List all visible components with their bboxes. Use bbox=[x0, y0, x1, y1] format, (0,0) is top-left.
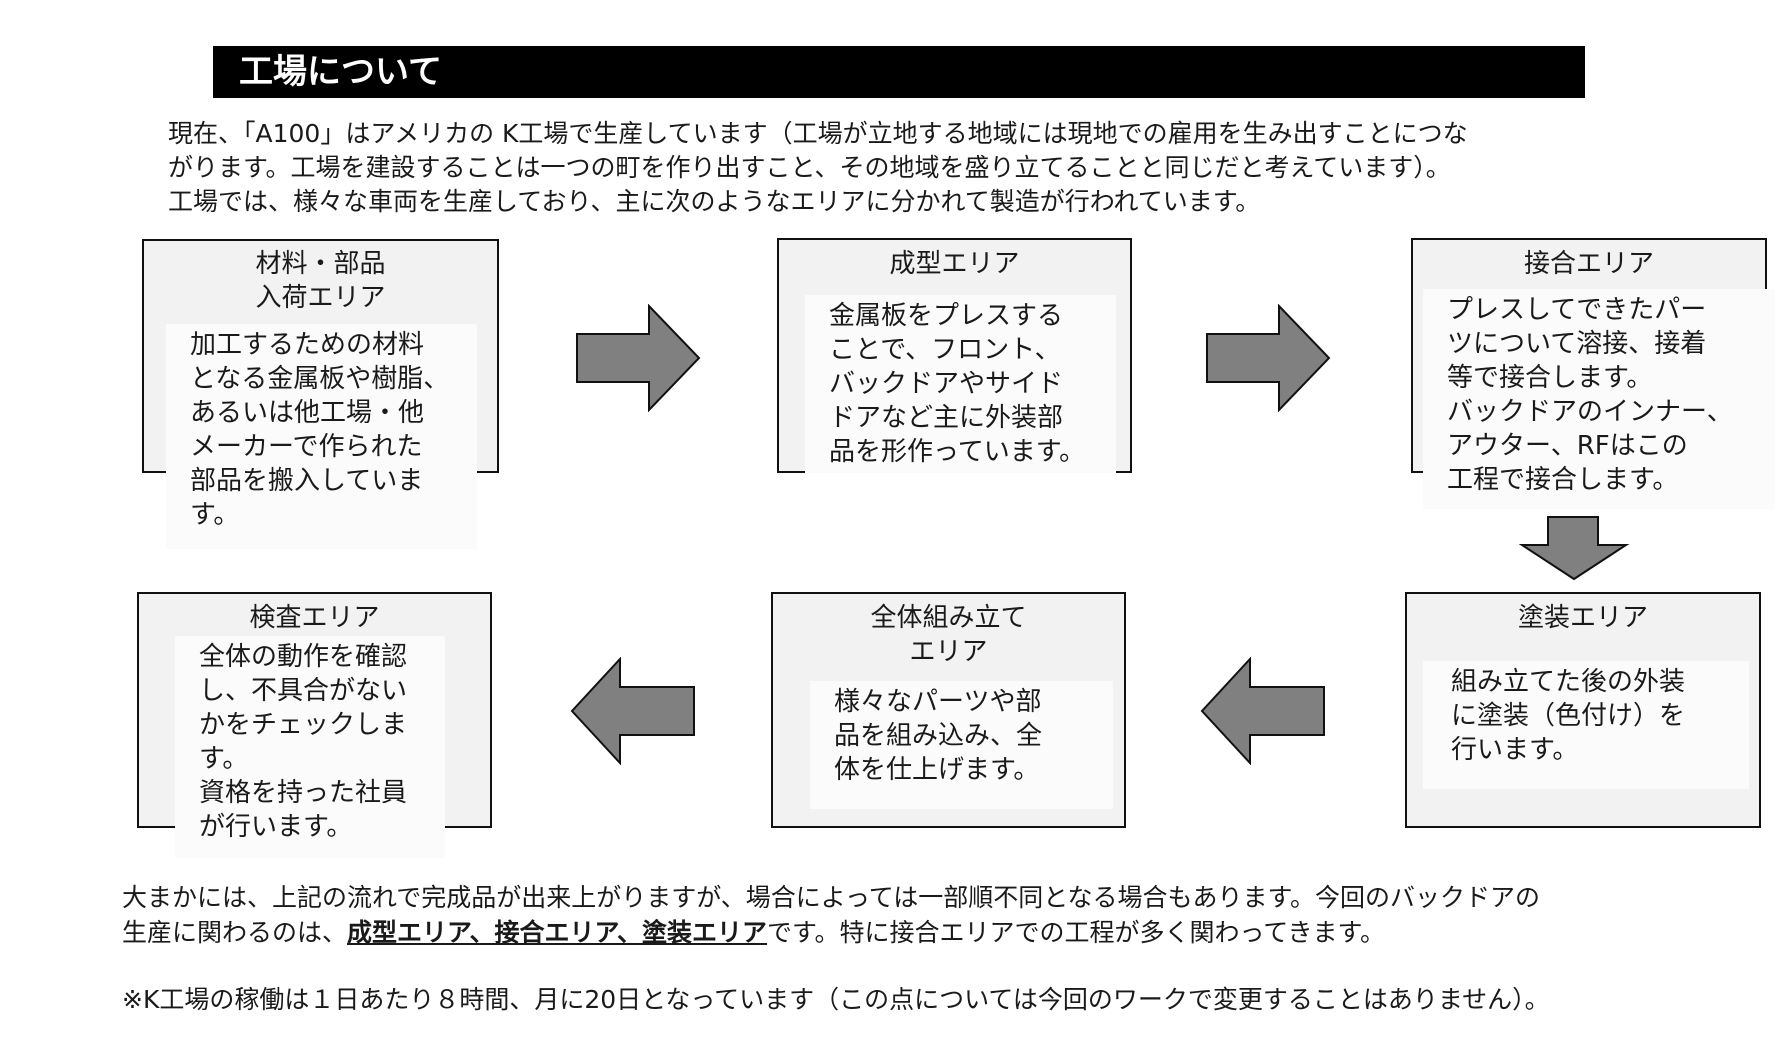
intro-paragraph: 現在、「A100」はアメリカの K工場で生産しています（工場が立地する地域には現… bbox=[168, 117, 1698, 219]
area-box-assembly: 全体組み立て エリア 様々なパーツや部 品を組み込み、全 体を仕上げます。 bbox=[771, 592, 1126, 828]
arrow-down-icon bbox=[1518, 516, 1630, 581]
section-title-banner: 工場について bbox=[213, 46, 1585, 98]
summary-paragraph: 大まかには、上記の流れで完成品が出来上がりますが、場合によっては一部順不同となる… bbox=[122, 880, 1772, 950]
section-title: 工場について bbox=[239, 52, 442, 92]
area-title: 塗装エリア bbox=[1517, 603, 1648, 633]
intro-line: 現在、「A100」はアメリカの K工場で生産しています（工場が立地する地域には現… bbox=[168, 119, 1468, 148]
area-title: 材料・部品 入荷エリア bbox=[255, 249, 386, 313]
summary-text: 生産に関わるのは、 bbox=[122, 918, 348, 947]
area-box-forming: 成型エリア 金属板をプレスする ことで、フロント、 バックドアやサイド ドアなど… bbox=[777, 238, 1132, 473]
summary-text: です。特に接合エリアでの工程が多く関わってきます。 bbox=[767, 918, 1386, 947]
area-box-materials: 材料・部品 入荷エリア 加工するための材料 となる金属板や樹脂、 あるいは他工場… bbox=[142, 239, 499, 549]
arrow-right-icon bbox=[576, 304, 701, 412]
area-title: 接合エリア bbox=[1523, 249, 1654, 279]
area-box-inspection: 検査エリア 全体の動作を確認 し、不具合がない かをチェックしま す。 資格を持… bbox=[137, 592, 492, 858]
area-description: プレスしてできたパー ツについて溶接、接着 等で接合します。 バックドアのインナ… bbox=[1423, 289, 1775, 509]
area-box-joining: 接合エリア プレスしてできたパー ツについて溶接、接着 等で接合します。 バック… bbox=[1411, 238, 1775, 509]
summary-line: 生産に関わるのは、成型エリア、接合エリア、塗装エリアです。特に接合エリアでの工程… bbox=[122, 915, 1772, 950]
emphasized-areas: 成型エリア、接合エリア、塗装エリア bbox=[347, 918, 768, 947]
area-title: 成型エリア bbox=[889, 249, 1020, 279]
arrow-right-icon bbox=[1206, 304, 1331, 412]
intro-line: がります。工場を建設することは一つの町を作り出すこと、その地域を盛り立てることと… bbox=[168, 153, 1451, 182]
arrow-left-icon bbox=[570, 657, 695, 765]
area-description: 金属板をプレスする ことで、フロント、 バックドアやサイド ドアなど主に外装部 … bbox=[805, 295, 1116, 473]
area-description: 様々なパーツや部 品を組み込み、全 体を仕上げます。 bbox=[810, 681, 1113, 809]
area-title: 検査エリア bbox=[249, 603, 380, 633]
area-description: 全体の動作を確認 し、不具合がない かをチェックしま す。 資格を持った社員 が… bbox=[175, 636, 445, 858]
operating-hours-note: ※K工場の稼働は１日あたり８時間、月に20日となっています（この点については今回… bbox=[122, 985, 1550, 1014]
intro-line: 工場では、様々な車両を生産しており、主に次のようなエリアに分かれて製造が行われて… bbox=[168, 187, 1261, 216]
summary-line: 大まかには、上記の流れで完成品が出来上がりますが、場合によっては一部順不同となる… bbox=[122, 883, 1541, 912]
arrow-left-icon bbox=[1200, 657, 1325, 765]
area-title: 全体組み立て エリア bbox=[870, 603, 1027, 667]
area-box-painting: 塗装エリア 組み立てた後の外装 に塗装（色付け）を 行います。 bbox=[1405, 592, 1761, 828]
area-description: 組み立てた後の外装 に塗装（色付け）を 行います。 bbox=[1423, 661, 1749, 789]
area-description: 加工するための材料 となる金属板や樹脂、 あるいは他工場・他 メーカーで作られた… bbox=[166, 324, 477, 549]
